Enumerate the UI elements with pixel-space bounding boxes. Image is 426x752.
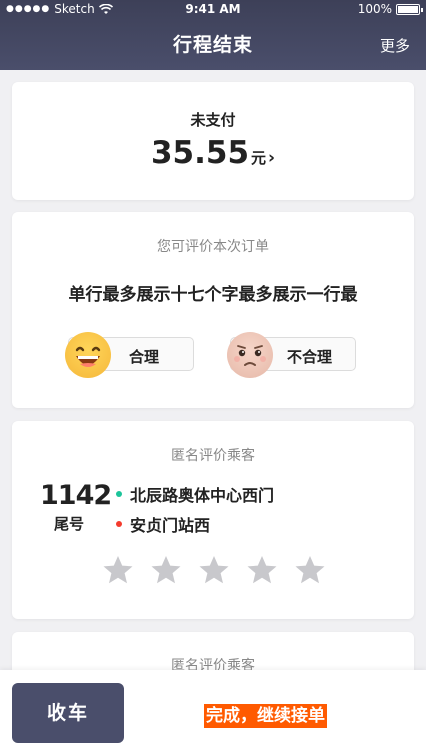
star-icon[interactable] <box>198 554 230 586</box>
status-bar: ●●●●● Sketch 9:41 AM 100% <box>0 0 426 18</box>
happy-face-icon <box>65 332 111 378</box>
battery-percent: 100% <box>357 2 392 16</box>
battery-icon <box>396 3 423 15</box>
end-location-text: 安贞门站西 <box>130 516 211 535</box>
status-right: 100% <box>357 0 423 18</box>
tail-number-label: 尾号 <box>54 515 85 533</box>
reasonable-button[interactable]: 合理 <box>65 332 194 378</box>
order-review-subtitle: 您可评价本次订单 <box>157 239 269 255</box>
unreasonable-button[interactable]: 不合理 <box>227 332 356 378</box>
order-review-card: 您可评价本次订单 单行最多展示十七个字最多展示一行最 合理 不合理 <box>12 212 414 408</box>
start-dot-icon <box>116 491 122 497</box>
bottom-bar: 收车 完成，继续接单 <box>0 670 426 752</box>
star-rating[interactable] <box>102 554 326 586</box>
tail-number: 1142 <box>40 480 112 511</box>
star-icon[interactable] <box>246 554 278 586</box>
payment-amount: 35.55 <box>150 135 250 171</box>
chevron-right-icon: › <box>268 148 276 168</box>
payment-unit: 元 <box>251 149 267 167</box>
star-icon[interactable] <box>102 554 134 586</box>
end-shift-button[interactable]: 收车 <box>12 683 124 743</box>
passenger-review-card: 匿名评价乘客 1142 尾号 北辰路奥体中心西门 安贞门站西 <box>12 421 414 619</box>
payment-status: 未支付 <box>190 111 236 129</box>
end-location: 安贞门站西 <box>116 512 210 536</box>
start-location-text: 北辰路奥体中心西门 <box>130 486 275 505</box>
start-location: 北辰路奥体中心西门 <box>116 482 274 506</box>
star-icon[interactable] <box>294 554 326 586</box>
order-review-text: 单行最多展示十七个字最多展示一行最 <box>68 285 358 305</box>
more-button[interactable]: 更多 <box>380 35 410 56</box>
star-icon[interactable] <box>150 554 182 586</box>
page-title: 行程结束 <box>172 34 253 56</box>
end-dot-icon <box>116 521 122 527</box>
sad-face-icon <box>227 332 273 378</box>
reasonable-label: 合理 <box>129 348 160 366</box>
payment-card[interactable]: 未支付 35.55 元 › <box>12 82 414 200</box>
passenger-review-subtitle: 匿名评价乘客 <box>171 448 255 464</box>
top-bar: ●●●●● Sketch 9:41 AM 100% 行程结束 更多 <box>0 0 426 70</box>
continue-button[interactable]: 完成，继续接单 <box>204 704 327 728</box>
payment-amount-row[interactable]: 35.55 元 › <box>12 135 414 171</box>
unreasonable-label: 不合理 <box>287 348 333 366</box>
